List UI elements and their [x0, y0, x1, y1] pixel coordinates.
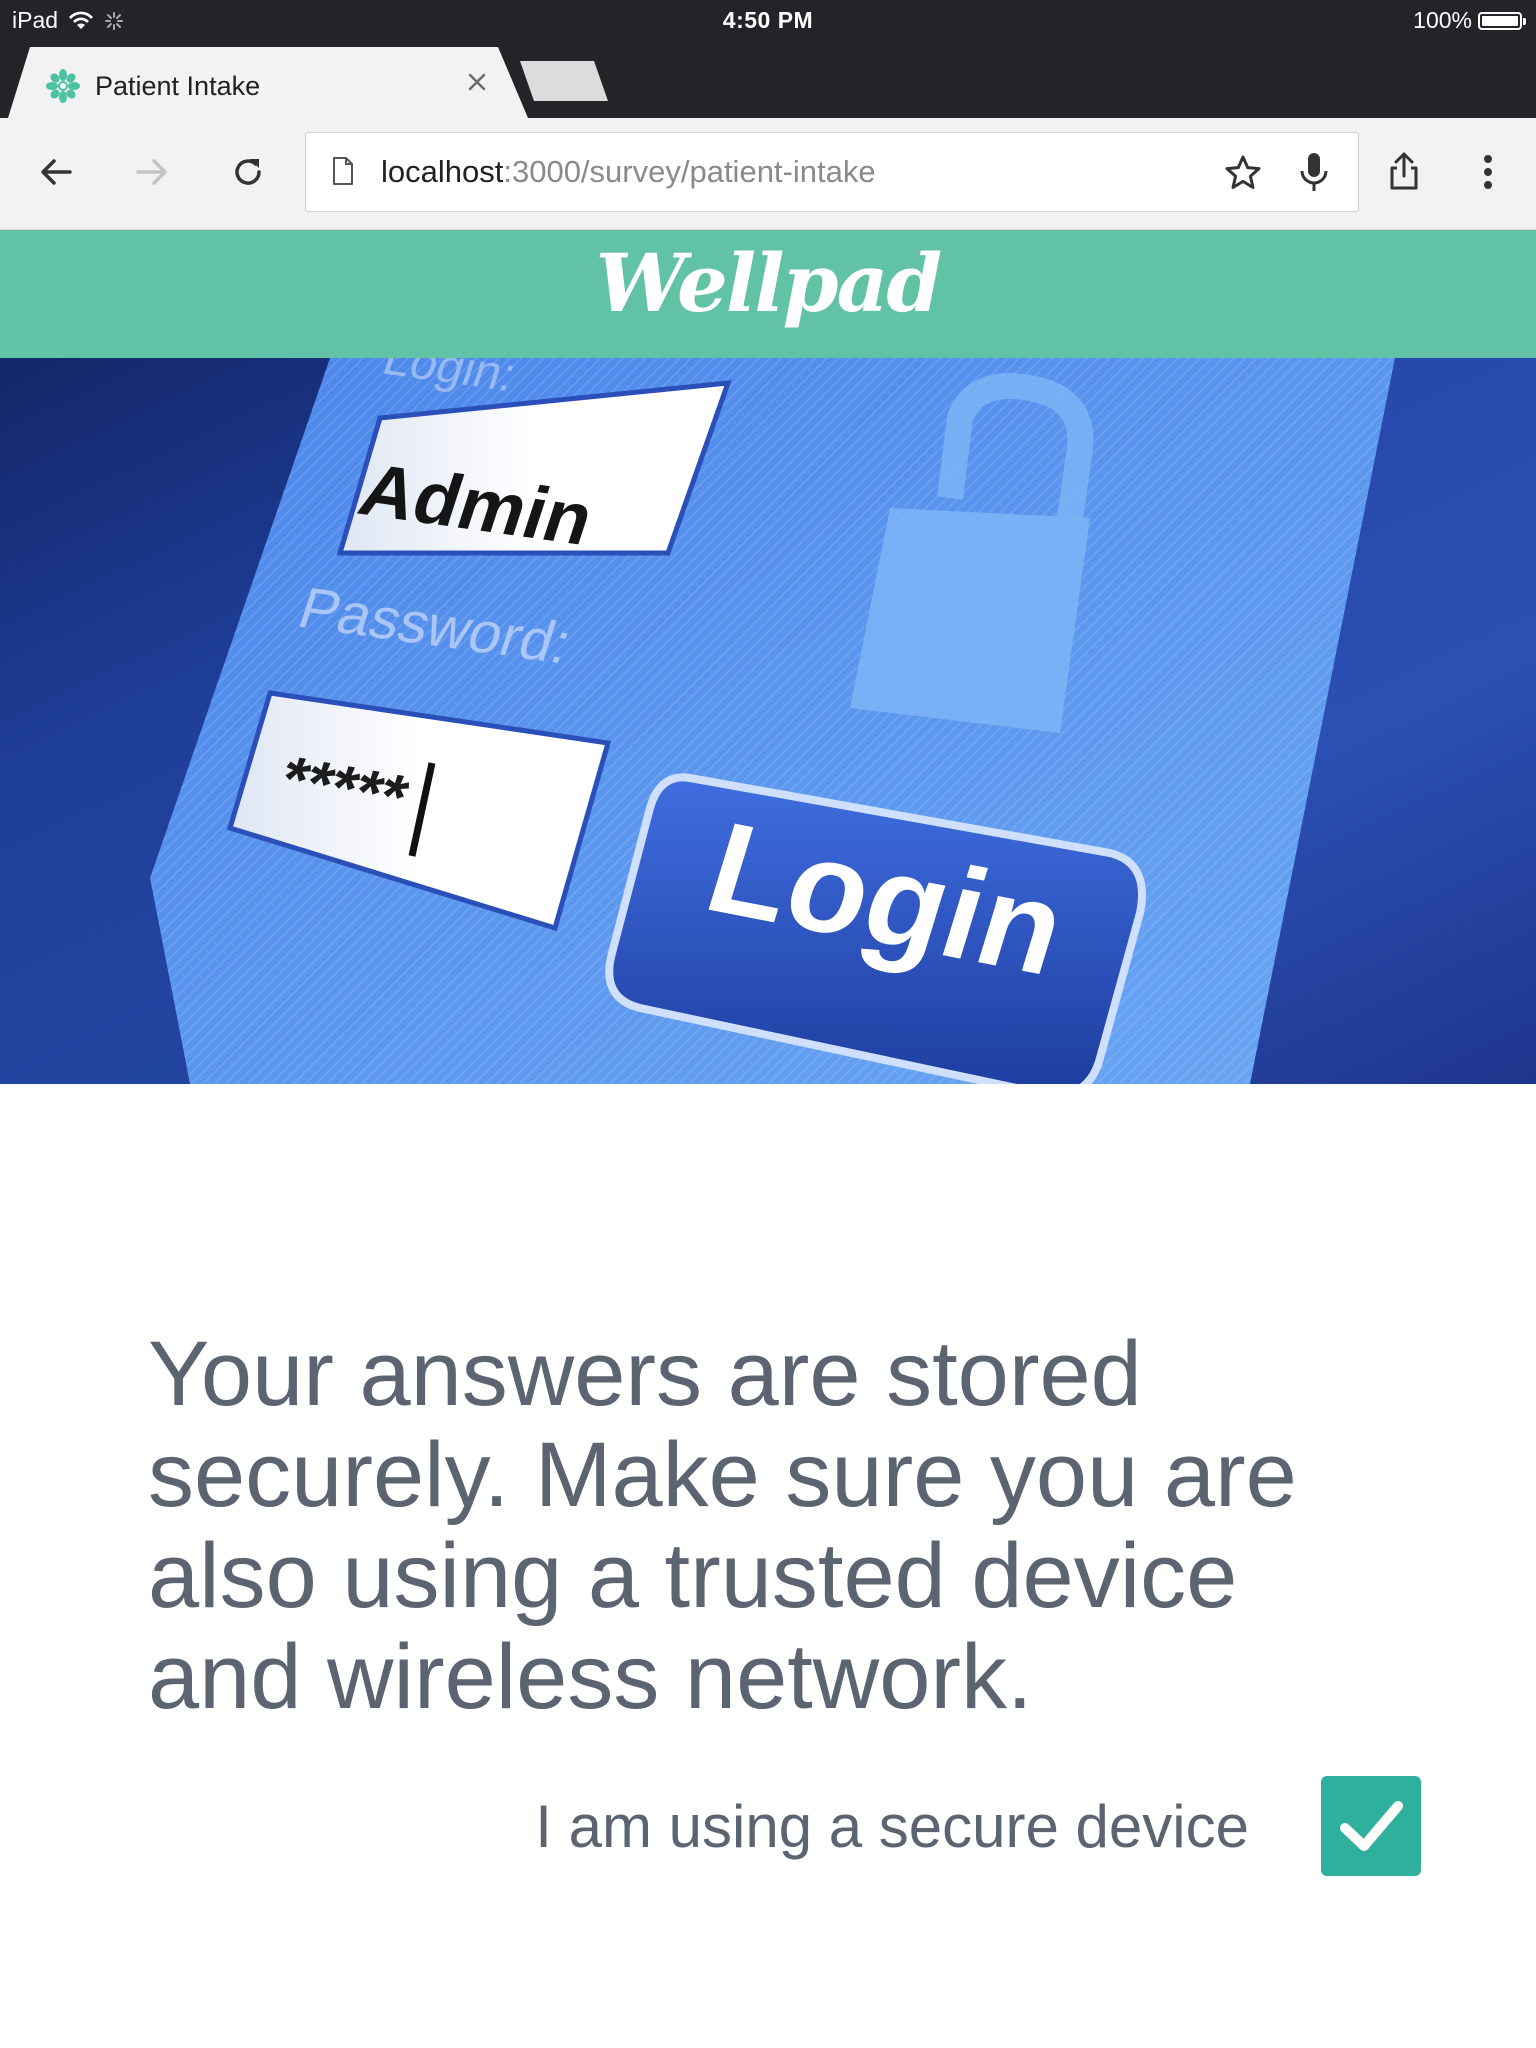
microphone-icon[interactable] [1296, 151, 1332, 195]
status-right: 100% [1413, 7, 1526, 34]
hero-image: Admin Login: Password: ***** Login [0, 358, 1536, 1084]
tab-strip: Patient Intake [0, 40, 1536, 118]
security-message: Your answers are stored securely. Make s… [148, 1323, 1297, 1728]
page-icon [333, 157, 353, 185]
address-bar[interactable]: localhost:3000/survey/patient-intake [305, 132, 1359, 212]
forward-arrow-icon[interactable] [130, 150, 174, 194]
url-host: localhost [381, 154, 504, 189]
secure-device-label: I am using a secure device [535, 1793, 1249, 1860]
star-icon[interactable] [1223, 153, 1263, 193]
overflow-menu-icon[interactable] [1466, 150, 1510, 194]
battery-icon [1478, 11, 1526, 30]
url-text: localhost:3000/survey/patient-intake [381, 154, 876, 190]
back-arrow-icon[interactable] [34, 150, 78, 194]
battery-percent: 100% [1413, 7, 1472, 33]
tab-title: Patient Intake [95, 71, 261, 101]
close-tab-icon[interactable] [460, 65, 494, 99]
status-bar: iPad 4:50 PM 100% [0, 0, 1536, 40]
share-icon[interactable] [1382, 148, 1426, 192]
secure-device-checkbox[interactable] [1321, 1776, 1421, 1876]
wellpad-logo[interactable]: Wellpad [0, 236, 1536, 330]
login-screen-illustration: Admin Login: Password: ***** Login [0, 358, 1536, 1084]
tab-patient-intake[interactable]: Patient Intake [8, 47, 528, 118]
new-tab-button[interactable] [520, 61, 608, 101]
browser-toolbar: localhost:3000/survey/patient-intake [0, 118, 1536, 230]
clock: 4:50 PM [722, 7, 814, 33]
site-header: Wellpad [0, 230, 1536, 358]
checkmark-icon [1340, 1801, 1403, 1851]
reload-icon[interactable] [226, 150, 270, 194]
url-path: :3000/survey/patient-intake [503, 154, 876, 189]
wellpad-flower-icon [46, 69, 80, 103]
